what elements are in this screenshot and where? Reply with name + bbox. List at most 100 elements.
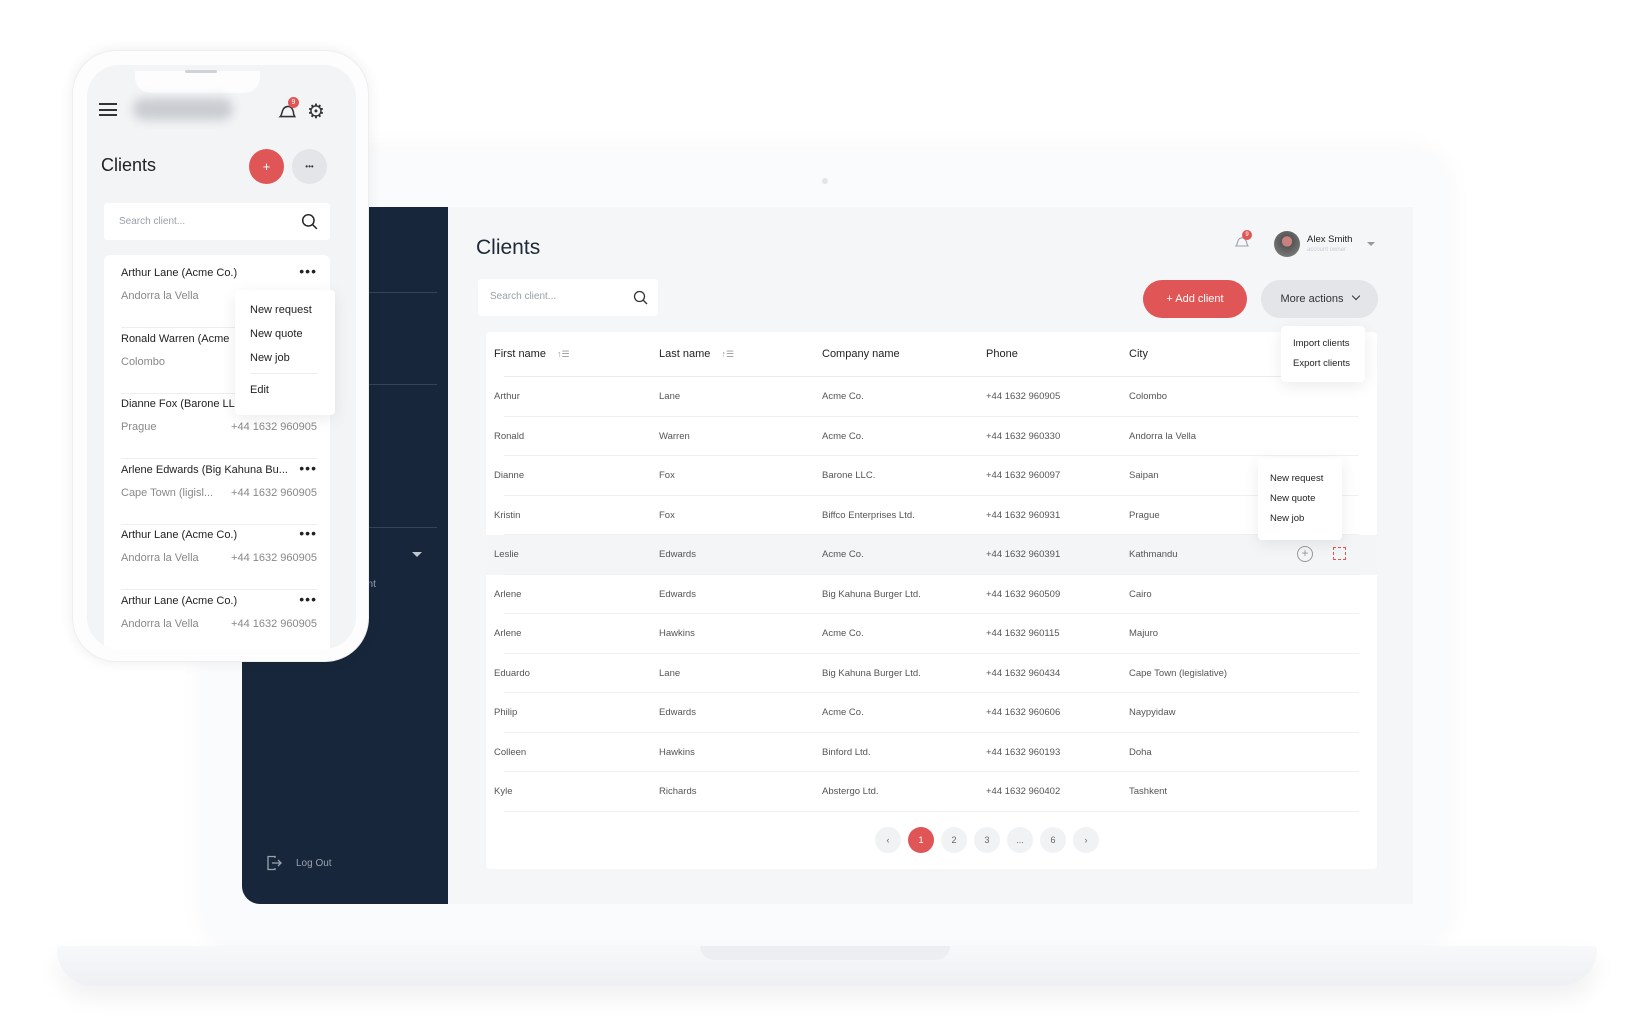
- pagination-page[interactable]: 2: [941, 827, 967, 853]
- add-action-icon[interactable]: +: [1297, 546, 1313, 562]
- table-row[interactable]: Kyle Richards Abstergo Ltd. +44 1632 960402…: [486, 772, 1377, 812]
- table-cell: Eduardo: [494, 667, 530, 679]
- menu-item-new-request[interactable]: New request: [1270, 473, 1323, 484]
- logout-label: Log Out: [296, 857, 332, 869]
- table-row[interactable]: Eduardo Lane Big Kahuna Burger Ltd. +44 163…: [486, 654, 1377, 693]
- logo-blurred: [133, 98, 233, 120]
- more-options-icon[interactable]: •••: [299, 460, 317, 476]
- phone-speaker: [185, 70, 217, 73]
- client-phone: +44 1632 960905: [231, 421, 317, 433]
- pagination-next[interactable]: ›: [1073, 827, 1099, 853]
- user-name[interactable]: Alex Smith: [1307, 234, 1352, 245]
- sidebar-divider: [362, 527, 437, 528]
- client-name: Ronald Warren (Acme: [121, 332, 230, 345]
- sidebar-divider: [362, 384, 437, 385]
- menu-item-new-quote[interactable]: New quote: [1270, 493, 1315, 504]
- phone-mockup: 9 ⚙ Clients + ••• Search client... Arthu…: [72, 50, 369, 662]
- table-row[interactable]: Kristin Fox Biffco Enterprises Ltd. +44 163…: [486, 496, 1377, 535]
- user-role: account owner: [1307, 247, 1347, 253]
- table-cell: Andorra la Vella: [1129, 430, 1197, 442]
- search-icon[interactable]: [633, 290, 648, 305]
- pagination-page[interactable]: 3: [974, 827, 1000, 853]
- table-row[interactable]: Ronald Warren Acme Co. +44 1632 960330 Andor…: [486, 417, 1377, 456]
- table-cell: +44 1632 960434: [986, 667, 1061, 679]
- pagination-page[interactable]: 1: [908, 827, 934, 853]
- column-last-name[interactable]: Last name ↑☰: [659, 348, 734, 360]
- more-actions-button[interactable]: More actions: [1261, 280, 1378, 318]
- table-cell: Fox: [659, 470, 675, 481]
- table-cell: Kyle: [494, 786, 513, 797]
- column-city[interactable]: City: [1129, 348, 1148, 360]
- table-cell: Lane: [659, 391, 681, 402]
- table-row[interactable]: Philip Edwards Acme Co. +44 1632 960606 Nayp…: [486, 693, 1377, 733]
- more-options-icon[interactable]: •••: [299, 263, 317, 279]
- notification-button[interactable]: 9: [1232, 230, 1252, 256]
- more-options-icon[interactable]: •••: [299, 525, 317, 541]
- chevron-down-icon: [1351, 291, 1360, 301]
- hamburger-menu-icon[interactable]: [99, 103, 117, 116]
- column-company-name[interactable]: Company name: [822, 348, 900, 360]
- table-row[interactable]: Arlene Hawkins Acme Co. +44 1632 960115 Maju…: [486, 614, 1377, 654]
- webcam: [822, 178, 828, 184]
- column-label: First name: [494, 348, 546, 360]
- menu-item-edit[interactable]: Edit: [250, 384, 269, 396]
- table-row[interactable]: Dianne Fox Barone LLC. +44 1632 960097 Saipa…: [486, 456, 1377, 496]
- phone-page-title: Clients: [101, 155, 157, 175]
- menu-item-new-quote[interactable]: New quote: [250, 328, 303, 340]
- add-client-button[interactable]: + Add client: [1143, 280, 1247, 318]
- table-cell: Acme Co.: [822, 628, 864, 639]
- table-cell: Hawkins: [659, 746, 695, 758]
- edit-icon[interactable]: [1333, 547, 1346, 560]
- client-name: Arthur Lane (Acme Co.): [121, 594, 238, 607]
- column-phone[interactable]: Phone: [986, 348, 1018, 360]
- table-cell: Arthur: [494, 391, 520, 402]
- table-cell: Tashkent: [1129, 786, 1168, 797]
- phone-list-item[interactable]: Arthur Lane (Acme Co.) ••• Andorra la Vell…: [121, 525, 317, 590]
- menu-item-export-clients[interactable]: Export clients: [1293, 358, 1350, 369]
- table-cell: Edwards: [659, 707, 696, 718]
- gear-icon[interactable]: ⚙: [307, 99, 325, 124]
- search-icon[interactable]: [301, 213, 318, 230]
- phone-search-input[interactable]: Search client...: [104, 203, 330, 240]
- column-first-name[interactable]: First name ↑☰: [494, 348, 570, 360]
- notification-button[interactable]: 9: [277, 97, 299, 126]
- sort-icon[interactable]: ↑☰: [721, 349, 734, 359]
- laptop-notch: [700, 946, 950, 960]
- more-options-icon[interactable]: •••: [299, 591, 317, 607]
- client-name: Arlene Edwards (Big Kahuna Bu...: [121, 463, 288, 476]
- logout-button[interactable]: Log Out: [266, 855, 332, 871]
- client-name: Arthur Lane (Acme Co.): [121, 529, 238, 541]
- table-cell: Barone LLC.: [822, 470, 876, 481]
- menu-item-new-request[interactable]: New request: [250, 304, 312, 316]
- client-city: Andorra la Vella: [121, 552, 199, 564]
- more-actions-label: More actions: [1280, 293, 1344, 305]
- table-cell: Leslie: [494, 549, 519, 560]
- avatar[interactable]: [1274, 231, 1300, 257]
- search-input[interactable]: Search client...: [478, 279, 658, 316]
- table-row[interactable]: Leslie Edwards Acme Co. +44 1632 960391 Kath…: [486, 535, 1377, 575]
- table-row[interactable]: Arlene Edwards Big Kahuna Burger Ltd. +44 1…: [486, 575, 1377, 614]
- chevron-down-icon[interactable]: [412, 552, 422, 557]
- pagination-page[interactable]: 6: [1040, 827, 1066, 853]
- user-menu-caret-icon[interactable]: [1367, 242, 1375, 246]
- table-cell: +44 1632 960097: [986, 470, 1061, 481]
- phone-add-button[interactable]: +: [249, 149, 284, 184]
- table-row[interactable]: Arthur Lane Acme Co. +44 1632 960905 Colombo: [486, 377, 1377, 417]
- table-row[interactable]: Colleen Hawkins Binford Ltd. +44 1632 96019…: [486, 733, 1377, 772]
- pagination-prev[interactable]: ‹: [875, 827, 901, 853]
- table-cell: Colombo: [1129, 391, 1168, 402]
- phone-list-item[interactable]: Arthur Lane (Acme Co.) ••• Andorra la Vell…: [121, 591, 317, 650]
- menu-item-new-job[interactable]: New job: [1270, 513, 1304, 524]
- table-cell: Kristin: [494, 509, 521, 521]
- table-cell: Acme Co.: [822, 391, 864, 402]
- phone-more-button[interactable]: •••: [292, 149, 327, 184]
- phone-list-item[interactable]: Arlene Edwards (Big Kahuna Bu... ••• Cape …: [121, 460, 317, 525]
- table-cell: Richards: [659, 786, 697, 797]
- sort-icon[interactable]: ↑☰: [557, 349, 570, 359]
- menu-item-new-job[interactable]: New job: [250, 352, 290, 364]
- menu-item-import-clients[interactable]: Import clients: [1293, 338, 1350, 349]
- table-cell: Philip: [494, 707, 518, 718]
- table-cell: +44 1632 960193: [986, 746, 1061, 758]
- table-cell: +44 1632 960606: [986, 707, 1061, 718]
- table-cell: Big Kahuna Burger Ltd.: [822, 588, 921, 600]
